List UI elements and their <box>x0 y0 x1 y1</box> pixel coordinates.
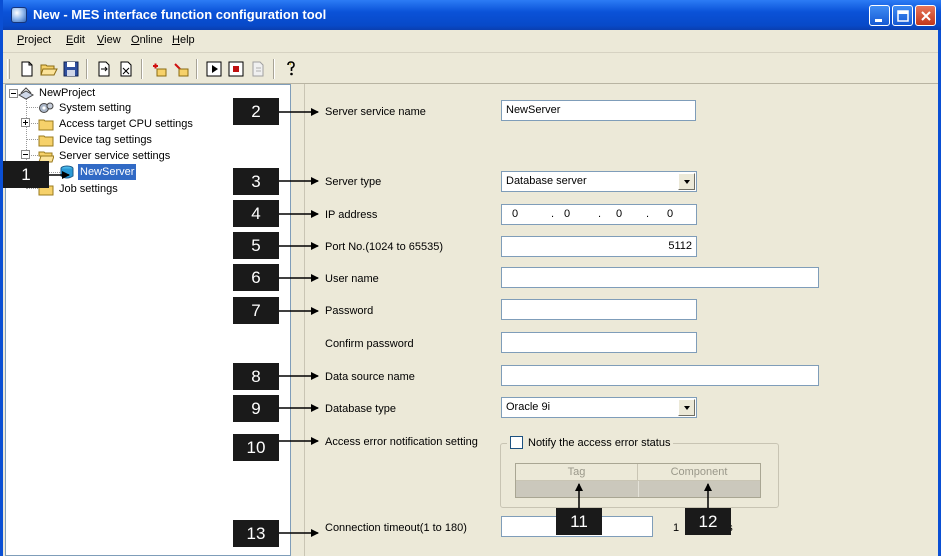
title-bar[interactable]: New - MES interface function configurati… <box>3 0 941 30</box>
database-icon <box>60 165 74 179</box>
callout-7: 7 <box>233 297 279 324</box>
label-ip-address: IP address <box>325 209 378 221</box>
settings-pane: Server service name NewServer Server typ… <box>305 84 938 556</box>
database-type-value: Oracle 9i <box>506 401 551 413</box>
label-server-type: Server type <box>325 176 382 188</box>
export-icon[interactable] <box>116 59 136 79</box>
ip-dot: . <box>646 208 650 220</box>
open-folder-icon[interactable] <box>39 59 59 79</box>
chevron-down-icon[interactable] <box>678 173 695 190</box>
callout-10: 10 <box>233 434 279 461</box>
callout-4: 4 <box>233 200 279 227</box>
close-button[interactable] <box>915 5 936 26</box>
chevron-down-icon[interactable] <box>678 399 695 416</box>
close-icon <box>921 11 931 21</box>
port-input[interactable]: 5112 <box>501 236 697 257</box>
collapse-toggle[interactable] <box>9 89 18 98</box>
minimize-icon <box>875 19 882 22</box>
column-header-tag: Tag <box>516 464 638 481</box>
ip-octet-1: 0 <box>512 208 519 220</box>
callout-2: 2 <box>233 98 279 125</box>
server-type-select[interactable]: Database server <box>501 171 697 192</box>
column-header-component: Component <box>638 464 760 481</box>
server-service-name-input[interactable]: NewServer <box>501 100 696 121</box>
online-icon[interactable] <box>248 59 268 79</box>
menu-view[interactable]: View <box>97 34 121 46</box>
ip-dot: . <box>598 208 602 220</box>
access-error-group: Notify the access error status Tag Compo… <box>500 436 779 508</box>
ip-octet-2: 0 <box>564 208 571 220</box>
toolbar <box>3 54 938 84</box>
help-icon[interactable] <box>281 59 301 79</box>
folder-icon <box>38 119 54 131</box>
menu-project[interactable]: Project <box>17 34 51 46</box>
label-connection-timeout: Connection timeout(1 to 180) <box>325 522 467 534</box>
label-access-error: Access error notification setting <box>325 436 478 448</box>
label-data-source-name: Data source name <box>325 371 415 383</box>
app-icon <box>11 7 27 23</box>
server-type-value: Database server <box>506 175 587 187</box>
folder-icon <box>38 135 54 147</box>
callout-6: 6 <box>233 264 279 291</box>
run-icon[interactable] <box>204 59 224 79</box>
callout-8: 8 <box>233 363 279 390</box>
callout-1: 1 <box>3 161 49 188</box>
confirm-password-input[interactable] <box>501 332 697 353</box>
label-confirm-password: Confirm password <box>325 338 414 350</box>
callout-5: 5 <box>233 232 279 259</box>
project-icon <box>18 87 34 100</box>
toolbar-separator <box>86 59 88 79</box>
callout-9: 9 <box>233 395 279 422</box>
edit-item-icon[interactable] <box>171 59 191 79</box>
label-database-type: Database type <box>325 403 396 415</box>
user-name-input[interactable] <box>501 267 819 288</box>
password-input[interactable] <box>501 299 697 320</box>
stop-icon[interactable] <box>226 59 246 79</box>
toolbar-separator <box>141 59 143 79</box>
menu-help[interactable]: Help <box>172 34 195 46</box>
cell-divider <box>638 481 639 497</box>
callout-12: 12 <box>685 508 731 535</box>
label-server-service-name: Server service name <box>325 106 426 118</box>
maximize-icon <box>897 10 909 22</box>
window-title: New - MES interface function configurati… <box>33 7 327 22</box>
connection-timeout-value: 1 <box>673 522 680 534</box>
expand-toggle[interactable] <box>21 118 30 127</box>
label-port: Port No.(1024 to 65535) <box>325 241 444 253</box>
ip-address-input[interactable]: 0 . 0 . 0 . 0 <box>501 204 697 225</box>
toolbar-separator <box>273 59 275 79</box>
collapse-toggle[interactable] <box>21 150 30 159</box>
ip-octet-3: 0 <box>616 208 623 220</box>
maximize-button[interactable] <box>892 5 913 26</box>
callout-11: 11 <box>556 508 602 535</box>
access-error-table[interactable]: Tag Component <box>515 463 761 498</box>
label-user-name: User name <box>325 273 379 285</box>
menu-online[interactable]: Online <box>131 34 163 46</box>
add-item-icon[interactable] <box>149 59 169 79</box>
app-window: New - MES interface function configurati… <box>0 0 941 556</box>
save-icon[interactable] <box>61 59 81 79</box>
toolbar-gripper[interactable] <box>7 59 10 79</box>
callout-3: 3 <box>233 168 279 195</box>
menu-edit[interactable]: Edit <box>66 34 85 46</box>
callout-13: 13 <box>233 520 279 547</box>
database-type-select[interactable]: Oracle 9i <box>501 397 697 418</box>
tree-line <box>26 139 38 140</box>
ip-dot: . <box>551 208 555 220</box>
ip-octet-4: 0 <box>667 208 674 220</box>
minimize-button[interactable] <box>869 5 890 26</box>
tree-line <box>26 107 38 108</box>
label-password: Password <box>325 305 374 317</box>
menu-bar: Project Edit View Online Help <box>3 30 938 53</box>
new-file-icon[interactable] <box>17 59 37 79</box>
gear-icon <box>39 102 54 113</box>
notify-checkbox-label: Notify the access error status <box>528 437 671 449</box>
tree-line <box>26 188 38 189</box>
data-source-name-input[interactable] <box>501 365 819 386</box>
notify-checkbox-row[interactable]: Notify the access error status <box>507 436 674 449</box>
import-icon[interactable] <box>94 59 114 79</box>
splitter[interactable] <box>292 84 305 556</box>
toolbar-separator <box>196 59 198 79</box>
notify-checkbox[interactable] <box>510 436 523 449</box>
